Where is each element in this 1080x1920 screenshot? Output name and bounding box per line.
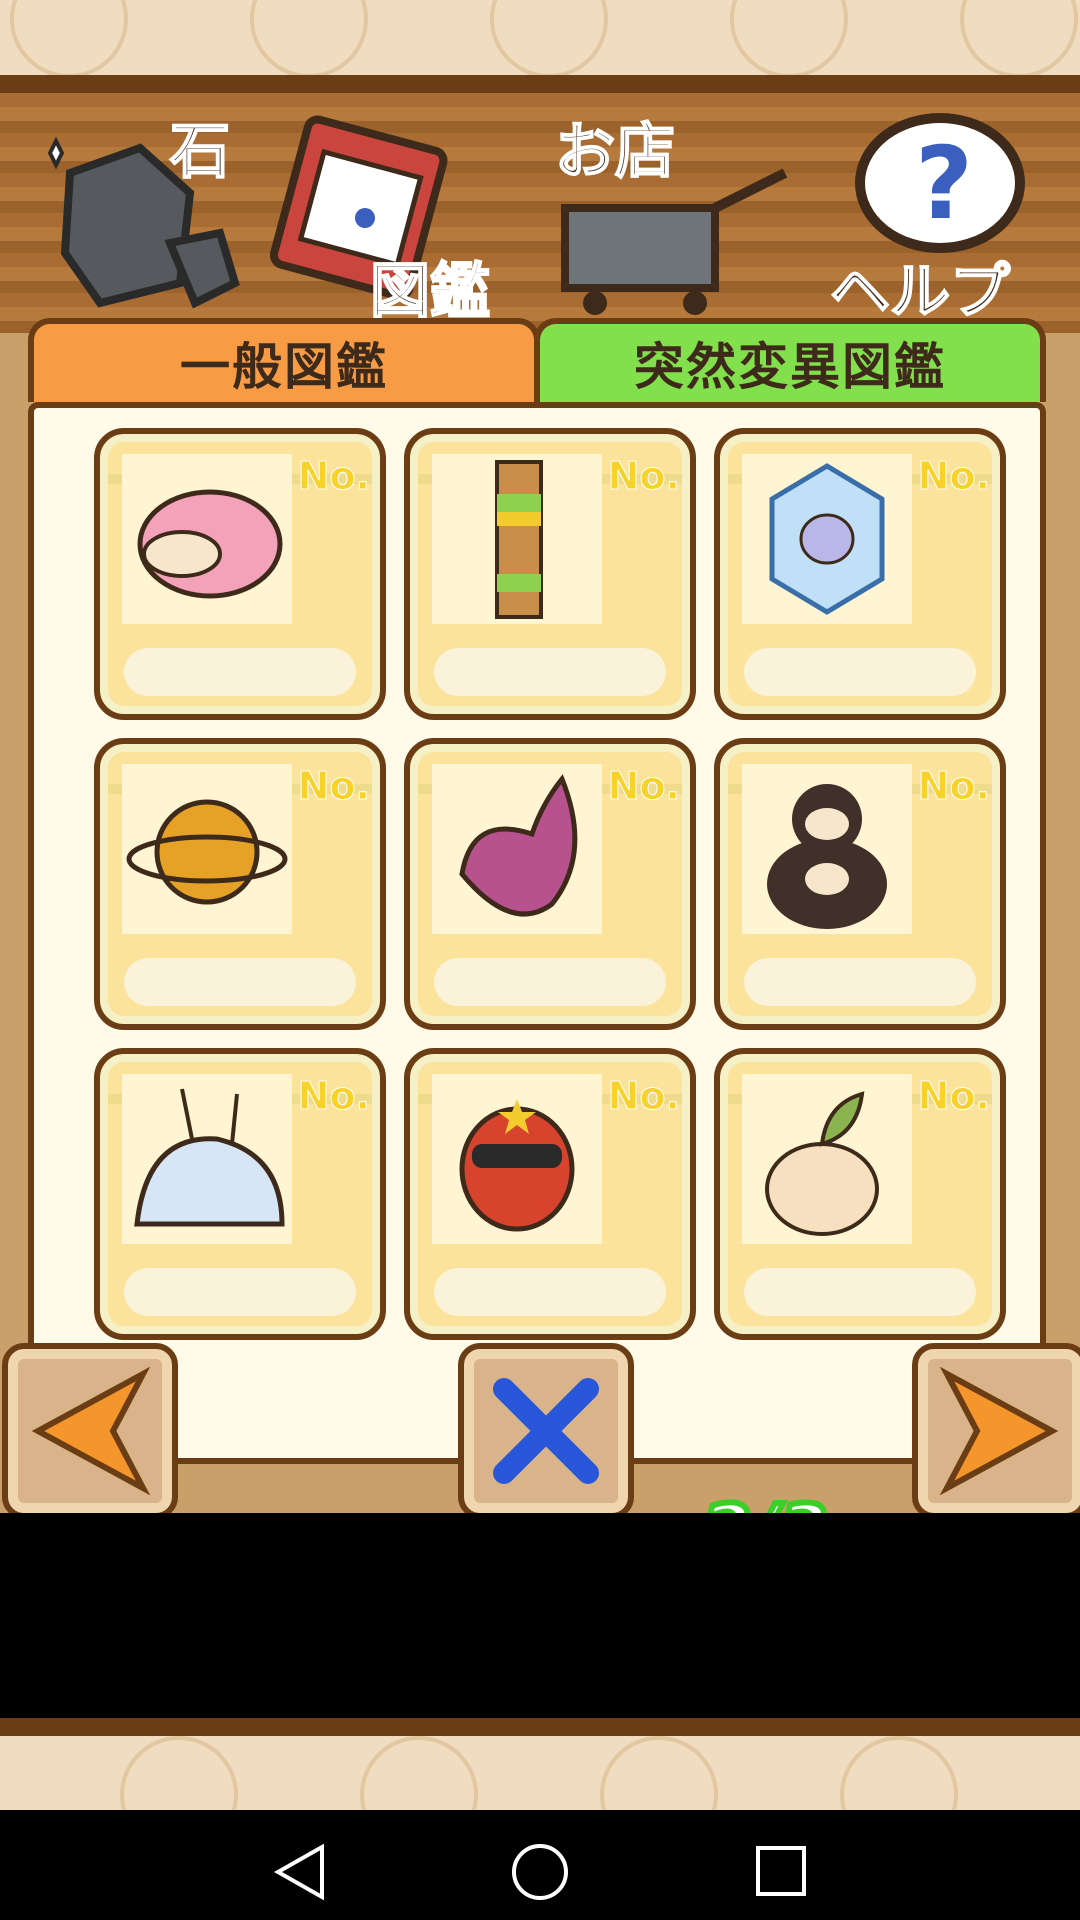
card-name-slot [434, 648, 666, 696]
card-number-label: No. [917, 764, 990, 809]
tab-general-encyclopedia[interactable]: 一般図鑑 [28, 318, 540, 402]
encyclopedia-panel: No. No. No. No. No. No. No. No. No. [28, 402, 1046, 1464]
card-name-slot [434, 958, 666, 1006]
encyclopedia-dialog: 一般図鑑 突然変異図鑑 No. No. No. No. No. No. No. … [28, 318, 1053, 1464]
card-number-label: No. [607, 764, 680, 809]
back-icon[interactable] [270, 1842, 330, 1902]
arrow-right-icon [939, 1366, 1059, 1496]
game-screen: 石 図鑑 お店 ? ヘルプ 一般図鑑 突然変異図鑑 No. No. No. No… [0, 93, 1080, 1513]
planet-creature-icon [122, 764, 292, 934]
tab-mutation-encyclopedia[interactable]: 突然変異図鑑 [534, 318, 1046, 402]
creature-card[interactable]: No. [404, 1048, 696, 1340]
shop-menu-button[interactable]: お店 [545, 103, 815, 323]
pink-clam-creature-icon [122, 454, 292, 624]
creature-card[interactable]: No. [714, 428, 1006, 720]
encyclopedia-menu-button[interactable]: 図鑑 [269, 103, 540, 328]
card-number-label: No. [917, 1074, 990, 1119]
svg-text:?: ? [915, 125, 973, 242]
face-pattern-icon [490, 0, 608, 75]
creature-card[interactable]: No. [94, 1048, 386, 1340]
card-name-slot [124, 1268, 356, 1316]
dark-hooded-creature-icon [742, 764, 912, 934]
home-icon[interactable] [510, 1842, 570, 1902]
page-indicator: 2/3 [675, 1488, 855, 1513]
snowflake-creature-icon [742, 454, 912, 624]
creature-card[interactable]: No. [714, 738, 1006, 1030]
creature-grid: No. No. No. No. No. No. No. No. No. [94, 428, 1014, 1358]
creature-card[interactable]: No. [94, 738, 386, 1030]
card-name-slot [744, 1268, 976, 1316]
system-navigation-bar [0, 1810, 1080, 1920]
creature-card[interactable]: No. [714, 1048, 1006, 1340]
card-name-slot [744, 648, 976, 696]
creature-card[interactable]: No. [404, 428, 696, 720]
card-number-label: No. [297, 454, 370, 499]
close-button[interactable] [458, 1343, 634, 1513]
blue-slime-creature-icon [122, 1074, 292, 1244]
top-decoration-strip [0, 0, 1080, 93]
sprout-creature-icon [742, 1074, 912, 1244]
face-pattern-icon [250, 0, 368, 75]
recent-apps-icon[interactable] [752, 1842, 812, 1902]
card-number-label: No. [297, 1074, 370, 1119]
encyclopedia-label: 図鑑 [369, 256, 491, 328]
close-x-icon [493, 1378, 599, 1484]
card-name-slot [124, 958, 356, 1006]
stone-menu-button[interactable]: 石 [20, 103, 260, 323]
next-page-button[interactable] [912, 1343, 1080, 1513]
card-number-label: No. [607, 1074, 680, 1119]
purple-ghost-creature-icon [432, 764, 602, 934]
card-name-slot [124, 648, 356, 696]
arrow-left-icon [31, 1366, 151, 1496]
face-pattern-icon [960, 0, 1078, 75]
face-pattern-icon [730, 0, 848, 75]
card-name-slot [744, 958, 976, 1006]
prev-page-button[interactable] [2, 1343, 178, 1513]
stone-label: 石 [169, 116, 231, 188]
face-pattern-icon [10, 0, 128, 75]
card-number-label: No. [607, 454, 680, 499]
creature-card[interactable]: No. [94, 428, 386, 720]
red-hero-creature-icon [432, 1074, 602, 1244]
shopping-cart-icon [561, 168, 788, 315]
card-number-label: No. [917, 454, 990, 499]
help-menu-button[interactable]: ? ヘルプ [829, 103, 1070, 328]
card-number-label: No. [297, 764, 370, 809]
stacked-burger-creature-icon [432, 454, 602, 624]
card-name-slot [434, 1268, 666, 1316]
creature-card[interactable]: No. [404, 738, 696, 1030]
help-label: ヘルプ [829, 256, 1011, 328]
